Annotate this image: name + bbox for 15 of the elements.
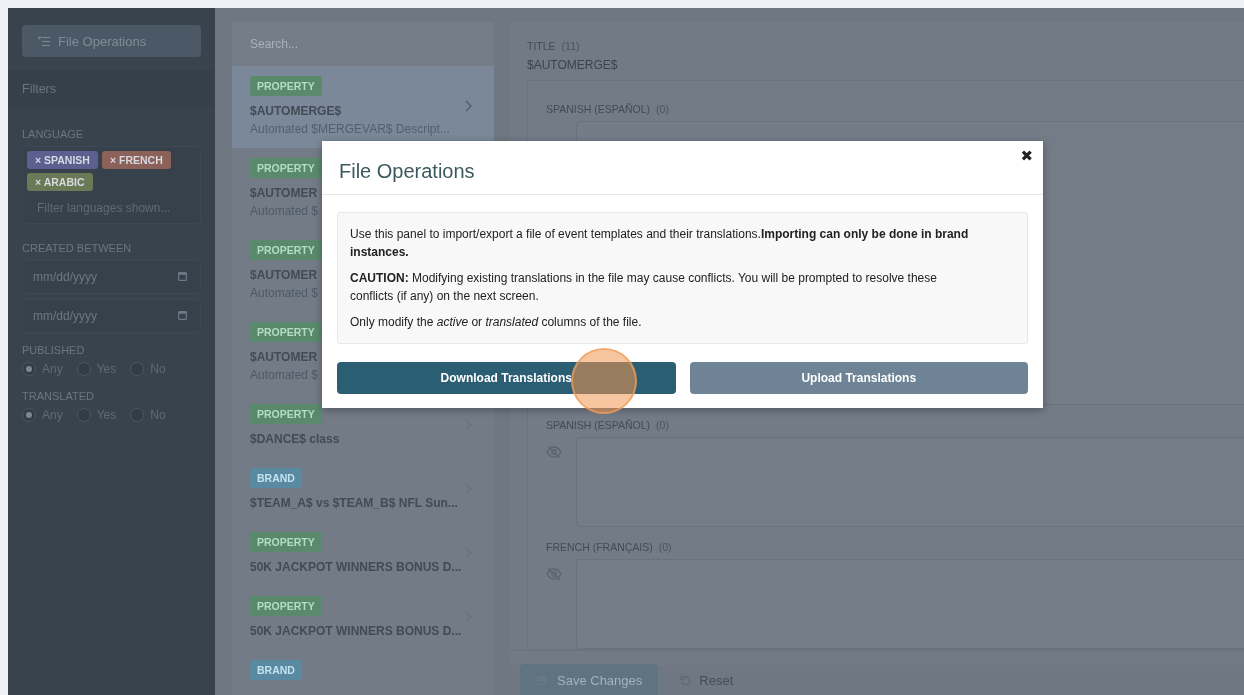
type-tag: BRAND: [250, 660, 302, 680]
type-tag: PROPERTY: [250, 532, 322, 552]
item-title: $AUTOMERGE$: [250, 104, 342, 118]
type-tag: PROPERTY: [250, 322, 322, 342]
type-tag: BRAND: [250, 468, 302, 488]
dialog-title: File Operations: [339, 160, 475, 183]
type-tag: PROPERTY: [250, 240, 322, 260]
info-paragraph: Use this panel to import/export a file of event templates and their translations.Importing can only be done in brand instances.: [350, 226, 970, 261]
type-tag: PROPERTY: [250, 404, 322, 424]
info-paragraph: CAUTION: Modifying existing translations in the file may cause conflicts. You will be prompted to resolve these conflicts (if any) on the next screen.: [350, 270, 938, 305]
title-value: $AUTOMERGE$: [527, 58, 619, 72]
info-paragraph: Only modify the active or translated columns of the file.: [350, 314, 643, 331]
type-tag: PROPERTY: [250, 76, 322, 96]
type-tag: PROPERTY: [250, 158, 322, 178]
type-tag: PROPERTY: [250, 596, 322, 616]
